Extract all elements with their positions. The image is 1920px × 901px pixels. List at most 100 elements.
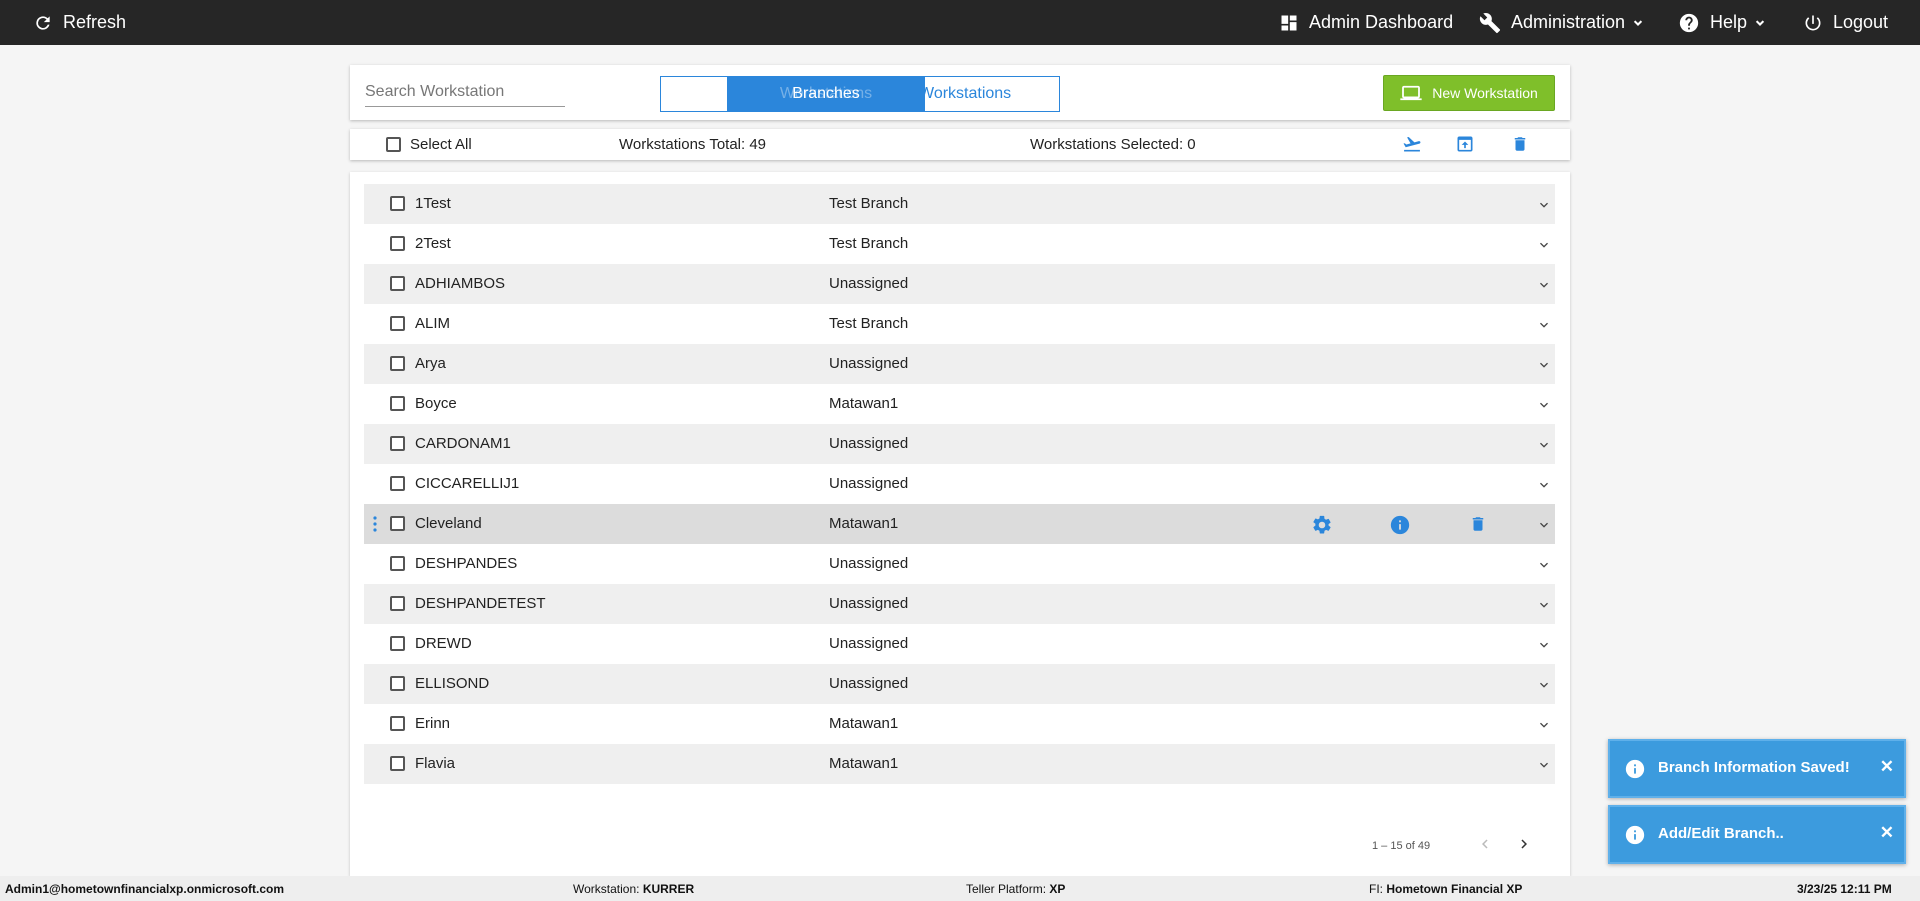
branch-name: Unassigned	[829, 435, 909, 452]
branch-name: Matawan1	[829, 755, 899, 772]
upload-box-icon[interactable]	[1454, 134, 1476, 154]
row-checkbox[interactable]	[390, 196, 405, 211]
row-checkbox[interactable]	[390, 396, 405, 411]
branch-name: Test Branch	[829, 195, 909, 212]
table-row[interactable]: CARDONAM1 Unassigned	[364, 424, 1555, 464]
close-icon[interactable]: ✕	[1880, 757, 1894, 777]
settings-icon[interactable]	[1311, 514, 1333, 540]
new-workstation-button[interactable]: New Workstation	[1383, 75, 1555, 111]
table-row[interactable]: Flavia Matawan1	[364, 744, 1555, 784]
checkbox[interactable]	[386, 137, 401, 152]
footer-platform: Teller Platform: XP	[966, 882, 1066, 896]
row-checkbox[interactable]	[390, 556, 405, 571]
workstations-total: Workstations Total: 49	[619, 136, 767, 153]
expand-chevron-icon[interactable]	[1536, 717, 1552, 737]
flight-takeoff-icon[interactable]	[1401, 134, 1423, 154]
table-row[interactable]: Boyce Matawan1	[364, 384, 1555, 424]
administration-menu[interactable]: Administration	[1479, 0, 1645, 45]
workstation-toolbar: Workstations Branches Workstations New W…	[350, 65, 1570, 120]
status-footer: Admin1@hometownfinancialxp.onmicrosoft.c…	[0, 876, 1920, 901]
branch-name: Matawan1	[829, 515, 899, 532]
branch-name: Unassigned	[829, 675, 909, 692]
refresh-button[interactable]: Refresh	[33, 0, 126, 45]
search-workstation-input[interactable]	[365, 79, 565, 107]
expand-chevron-icon[interactable]	[1536, 237, 1552, 257]
row-checkbox[interactable]	[390, 516, 405, 531]
row-checkbox[interactable]	[390, 756, 405, 771]
workstation-list: 1Test Test Branch 2Test Test Branch ADHIAMBO…	[350, 172, 1570, 876]
drag-handle-icon[interactable]	[373, 516, 377, 536]
row-checkbox[interactable]	[390, 676, 405, 691]
table-row[interactable]: Cleveland Matawan1	[364, 504, 1555, 544]
expand-chevron-icon[interactable]	[1536, 477, 1552, 497]
branch-name: Test Branch	[829, 235, 909, 252]
branch-name: Unassigned	[829, 555, 909, 572]
toast-add-edit-branch: Add/Edit Branch.. ✕	[1608, 805, 1906, 864]
expand-chevron-icon[interactable]	[1536, 357, 1552, 377]
branch-name: Unassigned	[829, 475, 909, 492]
table-row[interactable]: Erinn Matawan1	[364, 704, 1555, 744]
row-checkbox[interactable]	[390, 316, 405, 331]
table-row[interactable]: DREWD Unassigned	[364, 624, 1555, 664]
laptop-icon	[1400, 85, 1422, 101]
branch-name: Matawan1	[829, 715, 899, 732]
row-checkbox[interactable]	[390, 236, 405, 251]
table-row[interactable]: ADHIAMBOS Unassigned	[364, 264, 1555, 304]
expand-chevron-icon[interactable]	[1536, 757, 1552, 777]
row-checkbox[interactable]	[390, 276, 405, 291]
select-all-checkbox[interactable]: Select All	[386, 136, 472, 153]
selection-bar: Select All Workstations Total: 49 Workst…	[350, 129, 1570, 160]
help-menu[interactable]: Help	[1678, 0, 1767, 45]
logout-button[interactable]: Logout	[1803, 0, 1888, 45]
tab-branches[interactable]: Workstations Branches	[727, 77, 925, 111]
logout-label: Logout	[1833, 12, 1889, 32]
row-checkbox[interactable]	[390, 436, 405, 451]
workstation-name: CARDONAM1	[415, 435, 511, 452]
table-row[interactable]: CICCARELLIJ1 Unassigned	[364, 464, 1555, 504]
branch-name: Test Branch	[829, 315, 909, 332]
close-icon[interactable]: ✕	[1880, 823, 1894, 843]
table-row[interactable]: DESHPANDES Unassigned	[364, 544, 1555, 584]
tab-workstations[interactable]: Workstations	[925, 77, 1059, 111]
row-checkbox[interactable]	[390, 596, 405, 611]
new-workstation-label: New Workstation	[1432, 85, 1538, 101]
expand-chevron-icon[interactable]	[1536, 197, 1552, 217]
table-row[interactable]: 2Test Test Branch	[364, 224, 1555, 264]
row-checkbox[interactable]	[390, 476, 405, 491]
workstation-name: ADHIAMBOS	[415, 275, 506, 292]
expand-chevron-icon[interactable]	[1536, 317, 1552, 337]
table-row[interactable]: Arya Unassigned	[364, 344, 1555, 384]
table-row[interactable]: ELLISOND Unassigned	[364, 664, 1555, 704]
expand-chevron-icon[interactable]	[1536, 597, 1552, 617]
expand-chevron-icon[interactable]	[1536, 517, 1552, 537]
expand-chevron-icon[interactable]	[1536, 557, 1552, 577]
row-checkbox[interactable]	[390, 356, 405, 371]
delete-icon[interactable]	[1511, 134, 1529, 154]
expand-chevron-icon[interactable]	[1536, 637, 1552, 657]
admin-dashboard-label: Admin Dashboard	[1309, 12, 1454, 32]
expand-chevron-icon[interactable]	[1536, 437, 1552, 457]
expand-chevron-icon[interactable]	[1536, 677, 1552, 697]
branch-name: Unassigned	[829, 595, 909, 612]
footer-datetime: 3/23/25 12:11 PM	[1797, 882, 1892, 896]
workstation-name: CICCARELLIJ1	[415, 475, 520, 492]
delete-icon[interactable]	[1469, 514, 1487, 538]
table-row[interactable]: DESHPANDETEST Unassigned	[364, 584, 1555, 624]
table-row[interactable]: 1Test Test Branch	[364, 184, 1555, 224]
next-page-button[interactable]	[1515, 835, 1533, 858]
row-checkbox[interactable]	[390, 716, 405, 731]
admin-dashboard-link[interactable]: Admin Dashboard	[1279, 0, 1453, 45]
info-icon	[1624, 758, 1646, 784]
branch-name: Unassigned	[829, 635, 909, 652]
administration-label: Administration	[1511, 12, 1626, 32]
table-row[interactable]: ALIM Test Branch	[364, 304, 1555, 344]
expand-chevron-icon[interactable]	[1536, 397, 1552, 417]
info-icon[interactable]	[1389, 514, 1411, 540]
row-checkbox[interactable]	[390, 636, 405, 651]
branch-name: Unassigned	[829, 275, 909, 292]
top-nav-bar: Refresh Admin Dashboard Administration H…	[0, 0, 1920, 45]
workstation-name: 2Test	[415, 235, 451, 252]
expand-chevron-icon[interactable]	[1536, 277, 1552, 297]
workstation-name: Arya	[415, 355, 446, 372]
previous-page-button[interactable]	[1476, 835, 1494, 858]
